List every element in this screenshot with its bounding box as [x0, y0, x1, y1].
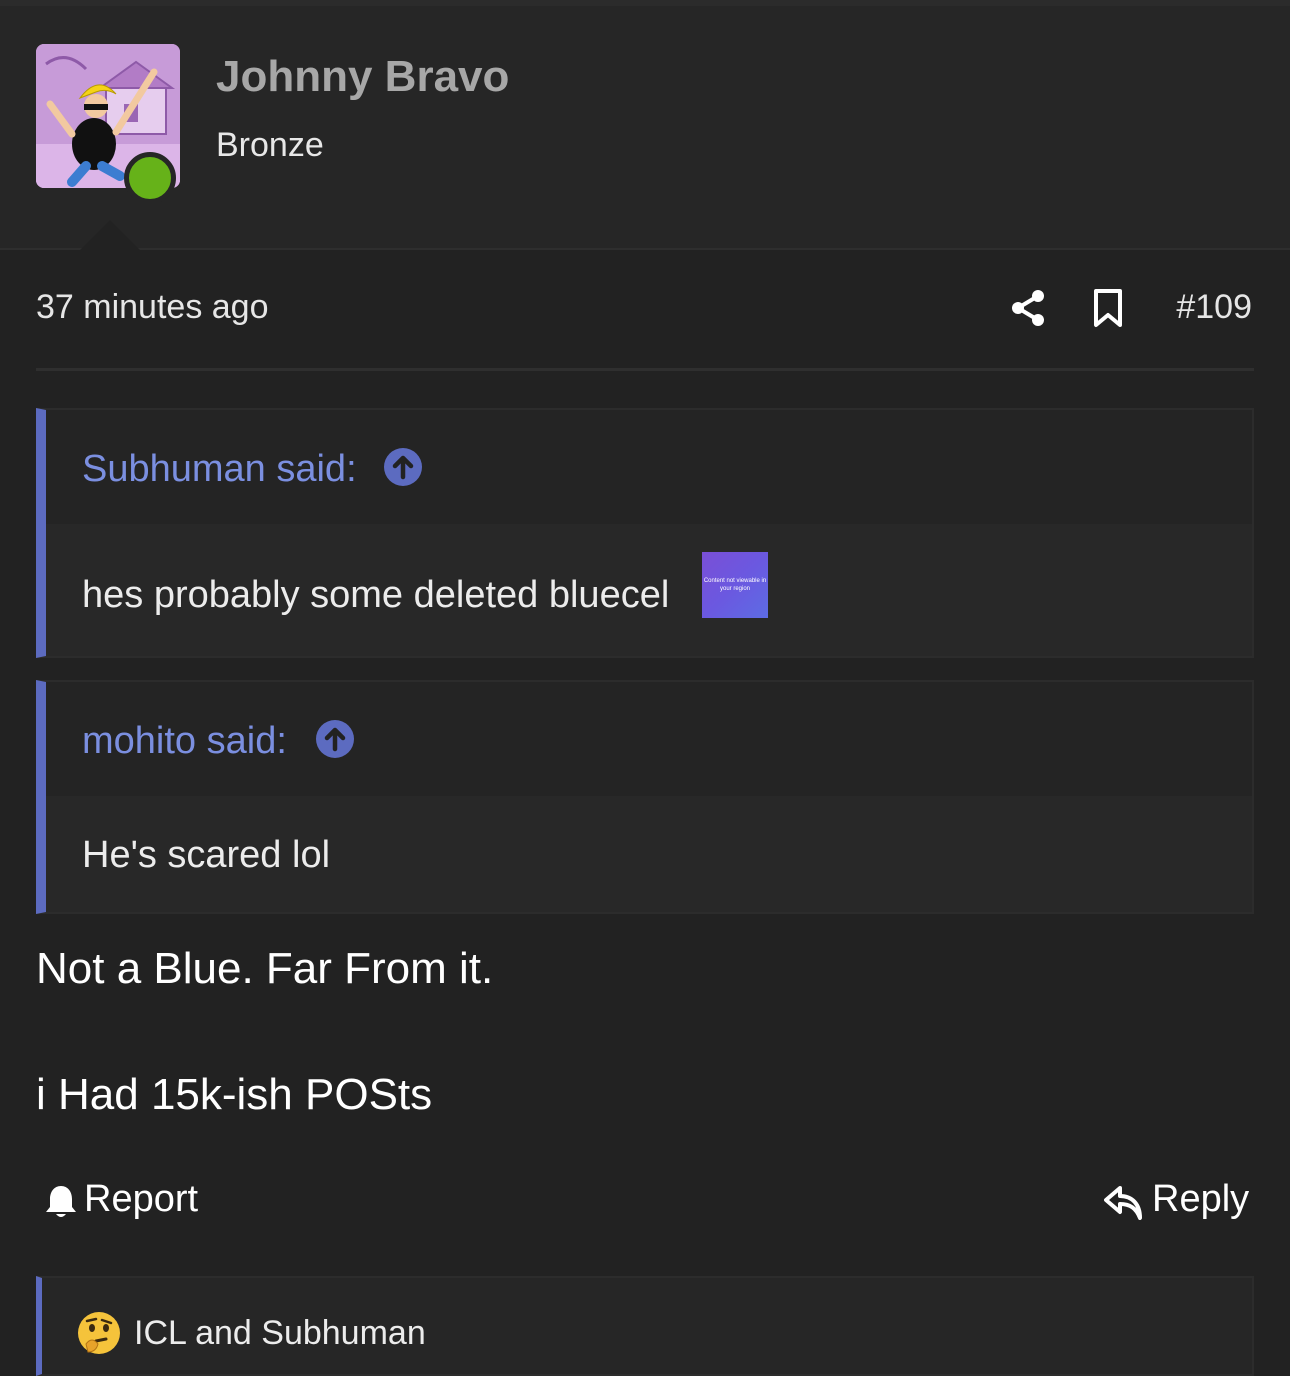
- online-status-indicator: [124, 152, 176, 204]
- user-header: Johnny Bravo Bronze: [0, 6, 1290, 250]
- blocked-image[interactable]: Content not viewable in your region: [702, 552, 768, 618]
- divider: [36, 368, 1254, 371]
- quote-header: Subhuman said:: [46, 410, 1252, 524]
- quote-block: mohito said: He's scared lol: [36, 680, 1254, 914]
- quote-block: Subhuman said: hes probably some deleted…: [36, 408, 1254, 658]
- quote-header: mohito said:: [46, 682, 1252, 796]
- quote-text: He's scared lol: [82, 834, 331, 876]
- reactions-bar[interactable]: ICL and Subhuman: [36, 1276, 1254, 1376]
- quote-author[interactable]: mohito said:: [82, 720, 287, 763]
- share-icon[interactable]: [1008, 288, 1048, 328]
- quote-author[interactable]: Subhuman said:: [82, 448, 357, 491]
- reaction-users[interactable]: ICL and Subhuman: [134, 1314, 426, 1353]
- username[interactable]: Johnny Bravo: [216, 52, 509, 102]
- post-meta: 37 minutes ago #109: [36, 286, 1254, 336]
- reply-icon[interactable]: [1104, 1184, 1144, 1220]
- post-timestamp[interactable]: 37 minutes ago: [36, 288, 269, 327]
- post-text-line: Not a Blue. Far From it.: [36, 944, 494, 993]
- arrow-up-circle-icon[interactable]: [316, 720, 354, 758]
- report-button[interactable]: Report: [84, 1178, 198, 1221]
- bookmark-icon[interactable]: [1092, 288, 1124, 328]
- quote-text: hes probably some deleted bluecel: [82, 574, 670, 616]
- bell-icon[interactable]: [44, 1184, 78, 1220]
- post-number[interactable]: #109: [1176, 288, 1252, 327]
- quote-body: He's scared lol: [46, 796, 1252, 912]
- user-rank: Bronze: [216, 126, 324, 164]
- thinking-face-icon: [78, 1312, 120, 1354]
- post-text-line: i Had 15k-ish POSts: [36, 1070, 433, 1119]
- quote-body: hes probably some deleted bluecel Conten…: [46, 524, 1252, 656]
- arrow-up-circle-icon[interactable]: [384, 448, 422, 486]
- reply-button[interactable]: Reply: [1152, 1178, 1249, 1221]
- header-pointer: [80, 220, 140, 250]
